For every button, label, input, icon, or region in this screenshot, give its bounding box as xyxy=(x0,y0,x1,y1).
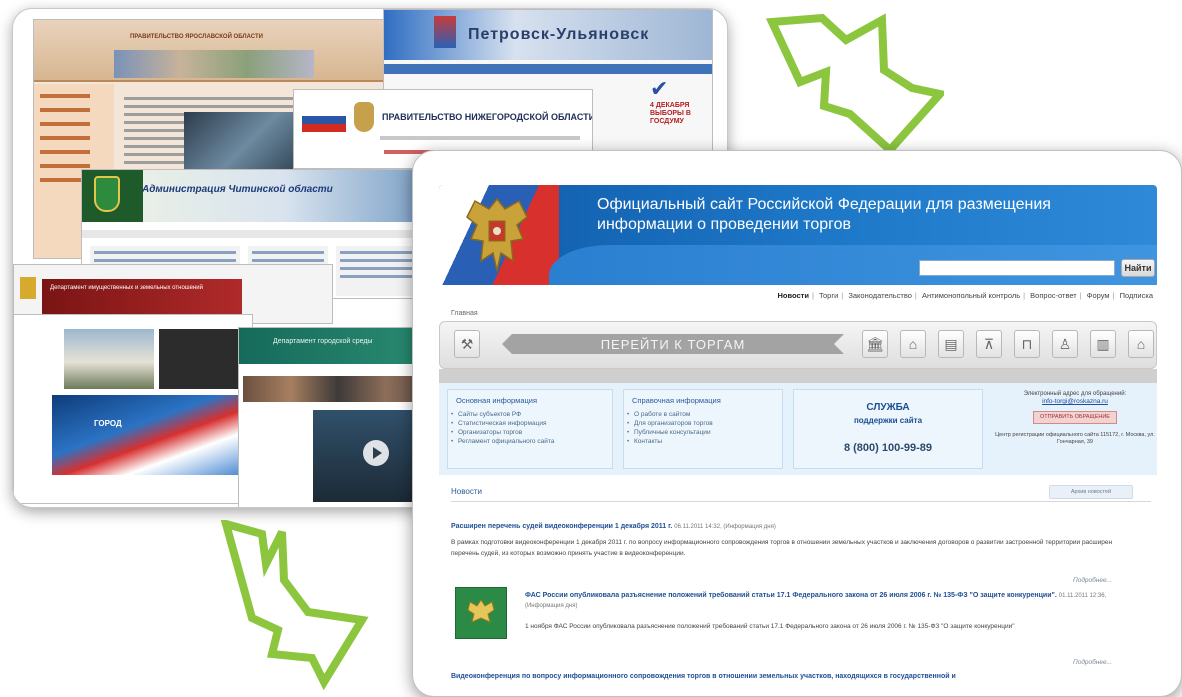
photo-strip xyxy=(243,376,433,402)
news-item-title[interactable]: ФАС России опубликовала разъяснение поло… xyxy=(525,591,1125,611)
reference-info-link[interactable]: Публичные консультации xyxy=(627,429,774,436)
dark-panel xyxy=(159,329,249,389)
elections-text: 4 ДЕКАБРЯ ВЫБОРЫ В ГОСДУМУ xyxy=(650,102,691,125)
building-photo xyxy=(64,329,154,389)
search-input[interactable] xyxy=(919,260,1115,276)
news-archive-button[interactable]: Архив новостей xyxy=(1049,485,1133,499)
news-item-text: 1 ноября ФАС России опубликовала разъясн… xyxy=(525,623,1015,630)
goto-tenders-label: ПЕРЕЙТИ К ТОРГАМ xyxy=(600,336,746,352)
reference-info-box: Справочная информация О работе в сайтом … xyxy=(623,389,783,469)
double-headed-eagle-icon xyxy=(466,197,528,272)
flag-wave-banner xyxy=(52,395,252,475)
urban-dept-screenshot: Департамент городской среды xyxy=(238,327,438,507)
nizhny-menu xyxy=(380,136,580,140)
breadcrumb[interactable]: Главная xyxy=(451,310,478,317)
city-banner-text: ГОРОД xyxy=(94,419,122,428)
hammer-icon[interactable]: ⚒ xyxy=(454,330,480,358)
goto-tenders-button[interactable]: ПЕРЕЙТИ К ТОРГАМ xyxy=(502,334,844,354)
city-site-screenshot: ГОРОД xyxy=(13,314,253,504)
building-icon[interactable]: ⊓ xyxy=(1014,330,1040,358)
reference-info-link[interactable]: Контакты xyxy=(627,438,774,445)
send-request-button[interactable]: ОТПРАВИТЬ ОБРАЩЕНИЕ xyxy=(1033,411,1117,424)
site-header: Официальный сайт Российской Федерации дл… xyxy=(439,185,1157,285)
chita-header xyxy=(82,170,420,222)
basic-info-link[interactable]: Сайты субъектов РФ xyxy=(451,411,604,418)
news-more-link[interactable]: Подробнее... xyxy=(1073,577,1112,584)
play-icon xyxy=(363,440,389,466)
news-item-meta: 06.11.2011 14:32, (Информация дня) xyxy=(674,524,776,530)
bank-icon[interactable]: 🏛 xyxy=(862,330,888,358)
basic-info-link[interactable]: Регламент официального сайта xyxy=(451,438,604,445)
address-text: Центр регистрации официального сайта 115… xyxy=(995,432,1155,445)
basic-info-link[interactable]: Организаторы торгов xyxy=(451,429,604,436)
divider-band xyxy=(439,369,1157,383)
info-row: Основная информация Сайты субъектов РФ С… xyxy=(439,383,1157,475)
yaroslavl-title: ПРАВИТЕЛЬСТВО ЯРОСЛАВСКОЙ ОБЛАСТИ xyxy=(130,34,263,40)
support-phone: 8 (800) 100-99-89 xyxy=(843,442,933,454)
nav-legislation[interactable]: Законодательство xyxy=(848,291,912,300)
top-navigation: Новости | Торги | Законодательство | Антимо… xyxy=(777,291,1153,300)
search-button[interactable]: Найти xyxy=(1121,259,1155,277)
screenshot-stage: ПРАВИТЕЛЬСТВО ЯРОСЛАВСКОЙ ОБЛАСТИ Петров… xyxy=(0,0,1182,697)
email-label: Электронный адрес для обращений: xyxy=(1023,391,1127,397)
news-divider xyxy=(451,501,1151,502)
nav-forum[interactable]: Форум xyxy=(1087,291,1110,300)
reference-info-title: Справочная информация xyxy=(632,396,721,405)
news-header: Новости xyxy=(451,487,482,496)
elections-badge: ✔ 4 ДЕКАБРЯ ВЫБОРЫ В ГОСДУМУ xyxy=(650,76,698,136)
basic-info-box: Основная информация Сайты субъектов РФ С… xyxy=(447,389,613,469)
region-flag xyxy=(434,16,456,48)
fas-emblem-icon xyxy=(455,587,507,639)
reference-info-link[interactable]: О работе в сайтом xyxy=(627,411,774,418)
yaroslavl-header xyxy=(34,20,392,82)
site-title-line1: Официальный сайт Российской Федерации дл… xyxy=(597,196,1051,213)
ulyanovsk-title: Петровск-Ульяновск xyxy=(468,26,650,43)
news-item-title[interactable]: Расширен перечень судей видеоконференции… xyxy=(451,523,776,530)
coat-of-arms-icon xyxy=(354,102,374,132)
photo-strip xyxy=(114,50,314,78)
news-item-title[interactable]: Видеоконференция по вопросу информационн… xyxy=(451,673,956,680)
chita-menu xyxy=(82,230,420,238)
ulyanovsk-banner: Петровск-Ульяновск xyxy=(384,10,712,60)
tender-type-panel: ⚒ ПЕРЕЙТИ К ТОРГАМ 🏛 ⌂ ▤ ⊼ ⊓ ♙ ▥ ⌂ xyxy=(439,321,1157,369)
arrow-top-right-icon xyxy=(765,13,944,156)
person-icon[interactable]: ♙ xyxy=(1052,330,1078,358)
nav-subscribe[interactable]: Подписка xyxy=(1120,291,1153,300)
tower-icon[interactable]: ⊼ xyxy=(976,330,1002,358)
factory-icon[interactable]: ⌂ xyxy=(900,330,926,358)
coat-of-arms-icon xyxy=(20,277,36,299)
arrow-bottom-left-icon xyxy=(220,520,369,690)
house-icon[interactable]: ⌂ xyxy=(1128,330,1154,358)
nizhny-title: ПРАВИТЕЛЬСТВО НИЖЕГОРОДСКОЙ ОБЛАСТИ xyxy=(382,112,593,122)
reference-info-link[interactable]: Для организаторов торгов xyxy=(627,420,774,427)
nav-tenders[interactable]: Торги xyxy=(819,291,838,300)
ulyanovsk-nav xyxy=(384,64,712,74)
contact-block: Электронный адрес для обращений: info-to… xyxy=(995,391,1155,446)
site-title-line2: информации о проведении торгов xyxy=(597,216,852,233)
eagle-icon xyxy=(467,599,495,623)
chita-right-column xyxy=(336,246,416,296)
news-more-link[interactable]: Подробнее... xyxy=(1073,659,1112,666)
coat-of-arms-icon xyxy=(94,176,120,212)
support-title: СЛУЖБА xyxy=(866,402,910,413)
urban-dept-header xyxy=(239,328,437,364)
site-title: Официальный сайт Российской Федерации дл… xyxy=(597,195,1077,235)
email-link[interactable]: info-torgi@roskazna.ru xyxy=(995,398,1155,405)
support-subtitle: поддержки сайта xyxy=(853,416,923,425)
truck-icon[interactable]: ▤ xyxy=(938,330,964,358)
nav-faq[interactable]: Вопрос-ответ xyxy=(1030,291,1077,300)
check-icon: ✔ xyxy=(650,76,669,101)
torgi-site-screenshot: Официальный сайт Российской Федерации дл… xyxy=(412,150,1182,697)
nav-news[interactable]: Новости xyxy=(778,291,809,300)
urban-dept-title: Департамент городской среды xyxy=(273,338,373,345)
support-box: СЛУЖБА поддержки сайта 8 (800) 100-99-89 xyxy=(793,389,983,469)
city-icon[interactable]: ▥ xyxy=(1090,330,1116,358)
news-item-text: В рамках подготовки видеоконференции 1 д… xyxy=(451,539,1113,557)
chita-title: Администрация Читинской области xyxy=(142,184,333,195)
red-banner-text: Департамент имущественных и земельных от… xyxy=(50,285,203,291)
basic-info-link[interactable]: Статистическая информация xyxy=(451,420,604,427)
russia-flag xyxy=(302,108,346,132)
basic-info-title: Основная информация xyxy=(456,396,538,405)
nav-antimonopoly[interactable]: Антимонопольный контроль xyxy=(922,291,1020,300)
